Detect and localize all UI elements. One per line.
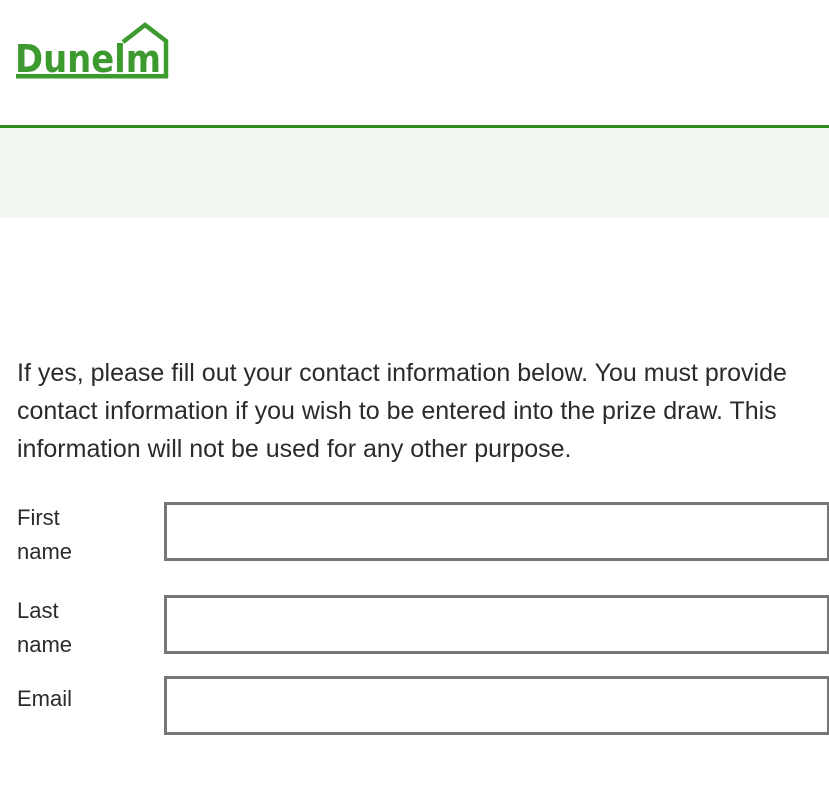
last-name-label-line2: name	[17, 632, 73, 657]
first-name-row: First name	[17, 501, 829, 594]
last-name-label: Last name	[17, 594, 137, 662]
email-input[interactable]	[164, 676, 829, 735]
contact-form: First name Last name Email	[17, 501, 829, 736]
header-band	[0, 128, 829, 218]
last-name-input[interactable]	[164, 595, 829, 654]
email-row: Email	[17, 676, 829, 736]
first-name-label-line2: name	[17, 539, 73, 564]
intro-paragraph: If yes, please fill out your contact inf…	[17, 359, 787, 463]
dunelm-logo[interactable]: Dunelm	[15, 20, 169, 82]
site-header: Dunelm	[0, 0, 829, 128]
logo-wordmark: Dunelm	[15, 37, 161, 81]
first-name-input[interactable]	[164, 502, 829, 561]
last-name-row: Last name	[17, 594, 829, 676]
main-content: If yes, please fill out your contact inf…	[0, 218, 829, 736]
last-name-label-line1: Last	[17, 598, 59, 623]
first-name-label-line1: First	[17, 505, 60, 530]
email-label: Email	[17, 686, 73, 711]
first-name-label: First name	[17, 501, 137, 569]
